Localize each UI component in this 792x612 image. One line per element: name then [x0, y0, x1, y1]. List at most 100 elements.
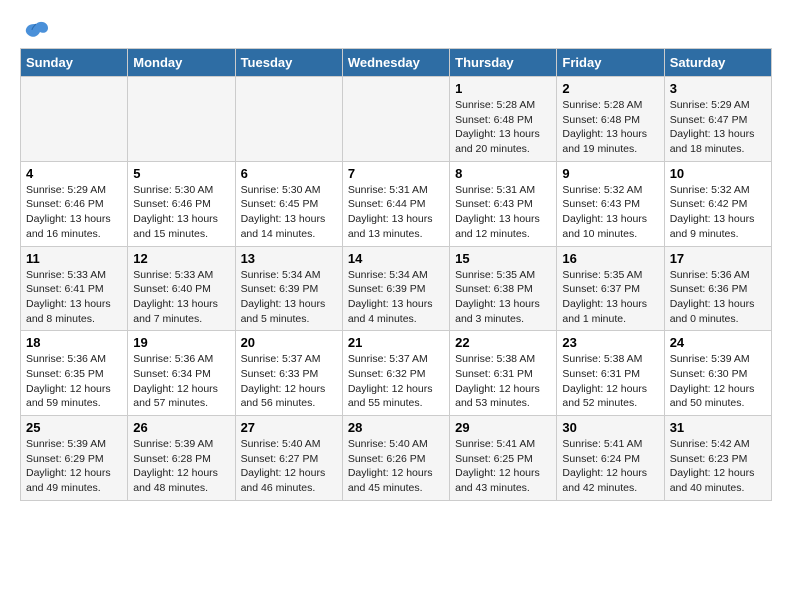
col-header-saturday: Saturday — [664, 49, 771, 77]
col-header-friday: Friday — [557, 49, 664, 77]
day-detail: Sunrise: 5:41 AM Sunset: 6:25 PM Dayligh… — [455, 437, 551, 496]
day-cell: 29 Sunrise: 5:41 AM Sunset: 6:25 PM Dayli… — [450, 416, 557, 501]
day-cell — [235, 77, 342, 162]
day-detail: Sunrise: 5:42 AM Sunset: 6:23 PM Dayligh… — [670, 437, 766, 496]
day-detail: Sunrise: 5:31 AM Sunset: 6:44 PM Dayligh… — [348, 183, 444, 242]
day-detail: Sunrise: 5:35 AM Sunset: 6:37 PM Dayligh… — [562, 268, 658, 327]
day-cell: 25 Sunrise: 5:39 AM Sunset: 6:29 PM Dayli… — [21, 416, 128, 501]
day-number: 14 — [348, 251, 444, 266]
day-number: 13 — [241, 251, 337, 266]
day-detail: Sunrise: 5:36 AM Sunset: 6:34 PM Dayligh… — [133, 352, 229, 411]
day-detail: Sunrise: 5:29 AM Sunset: 6:47 PM Dayligh… — [670, 98, 766, 157]
day-number: 11 — [26, 251, 122, 266]
week-row-2: 4 Sunrise: 5:29 AM Sunset: 6:46 PM Daylig… — [21, 161, 772, 246]
day-detail: Sunrise: 5:30 AM Sunset: 6:46 PM Dayligh… — [133, 183, 229, 242]
day-number: 24 — [670, 335, 766, 350]
page-header — [20, 20, 772, 38]
day-detail: Sunrise: 5:41 AM Sunset: 6:24 PM Dayligh… — [562, 437, 658, 496]
day-cell: 20 Sunrise: 5:37 AM Sunset: 6:33 PM Dayli… — [235, 331, 342, 416]
day-cell: 6 Sunrise: 5:30 AM Sunset: 6:45 PM Daylig… — [235, 161, 342, 246]
col-header-wednesday: Wednesday — [342, 49, 449, 77]
day-cell: 23 Sunrise: 5:38 AM Sunset: 6:31 PM Dayli… — [557, 331, 664, 416]
day-cell: 8Sunrise: 5:31 AM Sunset: 6:43 PM Daylig… — [450, 161, 557, 246]
day-cell: 27 Sunrise: 5:40 AM Sunset: 6:27 PM Dayli… — [235, 416, 342, 501]
day-cell: 16 Sunrise: 5:35 AM Sunset: 6:37 PM Dayli… — [557, 246, 664, 331]
day-detail: Sunrise: 5:35 AM Sunset: 6:38 PM Dayligh… — [455, 268, 551, 327]
day-cell: 9 Sunrise: 5:32 AM Sunset: 6:43 PM Daylig… — [557, 161, 664, 246]
day-cell: 14Sunrise: 5:34 AM Sunset: 6:39 PM Dayli… — [342, 246, 449, 331]
day-number: 9 — [562, 166, 658, 181]
day-number: 1 — [455, 81, 551, 96]
calendar-table: SundayMondayTuesdayWednesdayThursdayFrid… — [20, 48, 772, 501]
day-cell: 15 Sunrise: 5:35 AM Sunset: 6:38 PM Dayli… — [450, 246, 557, 331]
day-number: 21 — [348, 335, 444, 350]
day-number: 22 — [455, 335, 551, 350]
day-cell: 2 Sunrise: 5:28 AM Sunset: 6:48 PM Daylig… — [557, 77, 664, 162]
day-cell: 1 Sunrise: 5:28 AM Sunset: 6:48 PM Daylig… — [450, 77, 557, 162]
day-cell: 10Sunrise: 5:32 AM Sunset: 6:42 PM Dayli… — [664, 161, 771, 246]
day-cell: 24Sunrise: 5:39 AM Sunset: 6:30 PM Dayli… — [664, 331, 771, 416]
day-detail: Sunrise: 5:28 AM Sunset: 6:48 PM Dayligh… — [455, 98, 551, 157]
day-number: 30 — [562, 420, 658, 435]
day-detail: Sunrise: 5:34 AM Sunset: 6:39 PM Dayligh… — [241, 268, 337, 327]
week-row-5: 25 Sunrise: 5:39 AM Sunset: 6:29 PM Dayli… — [21, 416, 772, 501]
day-detail: Sunrise: 5:38 AM Sunset: 6:31 PM Dayligh… — [562, 352, 658, 411]
day-cell: 18 Sunrise: 5:36 AM Sunset: 6:35 PM Dayli… — [21, 331, 128, 416]
day-detail: Sunrise: 5:36 AM Sunset: 6:35 PM Dayligh… — [26, 352, 122, 411]
day-detail: Sunrise: 5:37 AM Sunset: 6:32 PM Dayligh… — [348, 352, 444, 411]
week-row-1: 1 Sunrise: 5:28 AM Sunset: 6:48 PM Daylig… — [21, 77, 772, 162]
day-number: 15 — [455, 251, 551, 266]
day-cell: 4 Sunrise: 5:29 AM Sunset: 6:46 PM Daylig… — [21, 161, 128, 246]
day-detail: Sunrise: 5:31 AM Sunset: 6:43 PM Dayligh… — [455, 183, 551, 242]
day-detail: Sunrise: 5:36 AM Sunset: 6:36 PM Dayligh… — [670, 268, 766, 327]
day-number: 2 — [562, 81, 658, 96]
day-number: 5 — [133, 166, 229, 181]
day-cell — [21, 77, 128, 162]
week-row-3: 11 Sunrise: 5:33 AM Sunset: 6:41 PM Dayli… — [21, 246, 772, 331]
day-cell: 19 Sunrise: 5:36 AM Sunset: 6:34 PM Dayli… — [128, 331, 235, 416]
day-number: 31 — [670, 420, 766, 435]
day-number: 27 — [241, 420, 337, 435]
day-detail: Sunrise: 5:33 AM Sunset: 6:41 PM Dayligh… — [26, 268, 122, 327]
day-detail: Sunrise: 5:39 AM Sunset: 6:29 PM Dayligh… — [26, 437, 122, 496]
day-cell: 12Sunrise: 5:33 AM Sunset: 6:40 PM Dayli… — [128, 246, 235, 331]
day-number: 28 — [348, 420, 444, 435]
day-number: 18 — [26, 335, 122, 350]
day-detail: Sunrise: 5:37 AM Sunset: 6:33 PM Dayligh… — [241, 352, 337, 411]
day-number: 25 — [26, 420, 122, 435]
day-cell: 30 Sunrise: 5:41 AM Sunset: 6:24 PM Dayli… — [557, 416, 664, 501]
day-detail: Sunrise: 5:32 AM Sunset: 6:43 PM Dayligh… — [562, 183, 658, 242]
day-cell: 7 Sunrise: 5:31 AM Sunset: 6:44 PM Daylig… — [342, 161, 449, 246]
day-detail: Sunrise: 5:29 AM Sunset: 6:46 PM Dayligh… — [26, 183, 122, 242]
day-detail: Sunrise: 5:28 AM Sunset: 6:48 PM Dayligh… — [562, 98, 658, 157]
day-number: 20 — [241, 335, 337, 350]
day-cell — [128, 77, 235, 162]
day-cell: 17 Sunrise: 5:36 AM Sunset: 6:36 PM Dayli… — [664, 246, 771, 331]
col-header-sunday: Sunday — [21, 49, 128, 77]
day-number: 29 — [455, 420, 551, 435]
day-cell: 5 Sunrise: 5:30 AM Sunset: 6:46 PM Daylig… — [128, 161, 235, 246]
day-detail: Sunrise: 5:32 AM Sunset: 6:42 PM Dayligh… — [670, 183, 766, 242]
day-number: 7 — [348, 166, 444, 181]
day-number: 19 — [133, 335, 229, 350]
day-number: 16 — [562, 251, 658, 266]
day-detail: Sunrise: 5:40 AM Sunset: 6:26 PM Dayligh… — [348, 437, 444, 496]
day-detail: Sunrise: 5:33 AM Sunset: 6:40 PM Dayligh… — [133, 268, 229, 327]
day-detail: Sunrise: 5:38 AM Sunset: 6:31 PM Dayligh… — [455, 352, 551, 411]
day-cell: 26 Sunrise: 5:39 AM Sunset: 6:28 PM Dayli… — [128, 416, 235, 501]
day-number: 4 — [26, 166, 122, 181]
day-number: 26 — [133, 420, 229, 435]
day-detail: Sunrise: 5:30 AM Sunset: 6:45 PM Dayligh… — [241, 183, 337, 242]
day-cell: 21 Sunrise: 5:37 AM Sunset: 6:32 PM Dayli… — [342, 331, 449, 416]
logo — [20, 20, 50, 38]
day-cell: 28 Sunrise: 5:40 AM Sunset: 6:26 PM Dayli… — [342, 416, 449, 501]
day-cell: 3Sunrise: 5:29 AM Sunset: 6:47 PM Daylig… — [664, 77, 771, 162]
week-row-4: 18 Sunrise: 5:36 AM Sunset: 6:35 PM Dayli… — [21, 331, 772, 416]
col-header-monday: Monday — [128, 49, 235, 77]
day-cell: 22 Sunrise: 5:38 AM Sunset: 6:31 PM Dayli… — [450, 331, 557, 416]
day-number: 23 — [562, 335, 658, 350]
day-detail: Sunrise: 5:39 AM Sunset: 6:28 PM Dayligh… — [133, 437, 229, 496]
day-detail: Sunrise: 5:40 AM Sunset: 6:27 PM Dayligh… — [241, 437, 337, 496]
day-number: 6 — [241, 166, 337, 181]
day-number: 17 — [670, 251, 766, 266]
